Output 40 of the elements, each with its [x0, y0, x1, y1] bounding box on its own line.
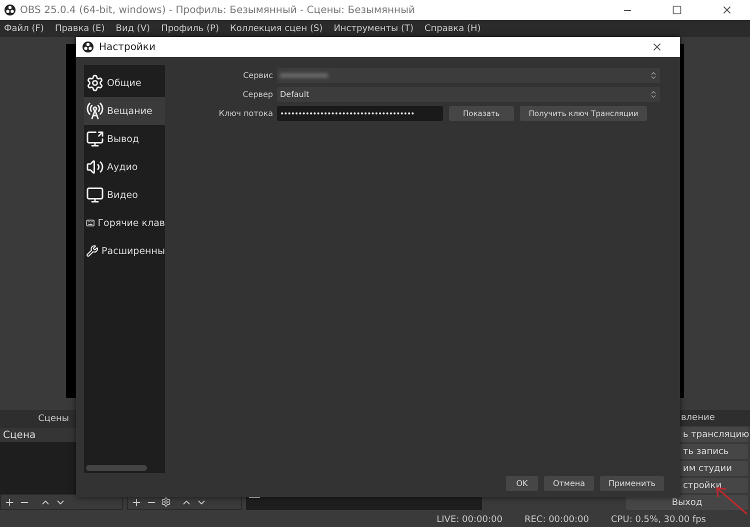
dialog-button[interactable]: Применить	[600, 476, 664, 491]
add-icon[interactable]	[4, 496, 15, 508]
sidebar-item[interactable]: Вывод	[84, 125, 165, 153]
video-icon	[86, 186, 104, 204]
status-text: REC: 00:00:00	[524, 514, 590, 524]
status-text: LIVE: 00:00:00	[436, 514, 502, 524]
sidebar-item[interactable]: Расширенны	[84, 237, 165, 265]
audio-icon	[86, 158, 104, 176]
add-icon[interactable]	[131, 496, 142, 508]
general-icon	[86, 74, 104, 92]
window-title: OBS 25.0.4 (64-bit, windows) - Профиль: Безымянный - Сцены: Безымянный	[20, 4, 416, 16]
settings-icon[interactable]	[161, 497, 171, 507]
sidebar-item[interactable]: Горячие клав	[84, 209, 165, 237]
sidebar-item[interactable]: Аудио	[84, 153, 165, 181]
app-logo-icon	[82, 41, 94, 53]
output-icon	[86, 130, 104, 148]
field-label: Сервер	[242, 90, 274, 99]
dialog-title: Настройки	[99, 42, 156, 52]
field-label: Ключ потока	[218, 109, 274, 118]
stream-icon	[86, 102, 104, 120]
sidebar-item[interactable]: Видео	[84, 181, 165, 209]
menu-item[interactable]: Инструменты (T)	[334, 24, 414, 34]
spinner-icon	[649, 90, 658, 99]
menu-item[interactable]: Файл (F)	[4, 24, 44, 34]
menu-item[interactable]: Коллекция сцен (S)	[230, 24, 323, 34]
menu-item[interactable]: Вид (V)	[116, 24, 150, 34]
menu-item[interactable]: Справка (H)	[424, 24, 481, 34]
status-text: CPU: 0.5%, 30.00 fps	[611, 514, 706, 524]
dialog-button[interactable]: OK	[506, 476, 538, 491]
app-logo-icon	[4, 4, 16, 16]
menu-item[interactable]: Профиль (P)	[161, 24, 219, 34]
dialog-button[interactable]: Отмена	[544, 476, 594, 491]
spinner-icon	[649, 71, 658, 80]
sidebar-item[interactable]: Вещание	[84, 97, 165, 125]
field-label: Сервис	[242, 71, 274, 80]
menu-item[interactable]: Правка (E)	[54, 24, 105, 34]
scrollbar[interactable]	[86, 465, 147, 471]
sidebar-item[interactable]: Общие	[84, 69, 165, 97]
control-button[interactable]: Выход	[626, 495, 748, 510]
dropdown[interactable]: Default	[277, 87, 660, 102]
